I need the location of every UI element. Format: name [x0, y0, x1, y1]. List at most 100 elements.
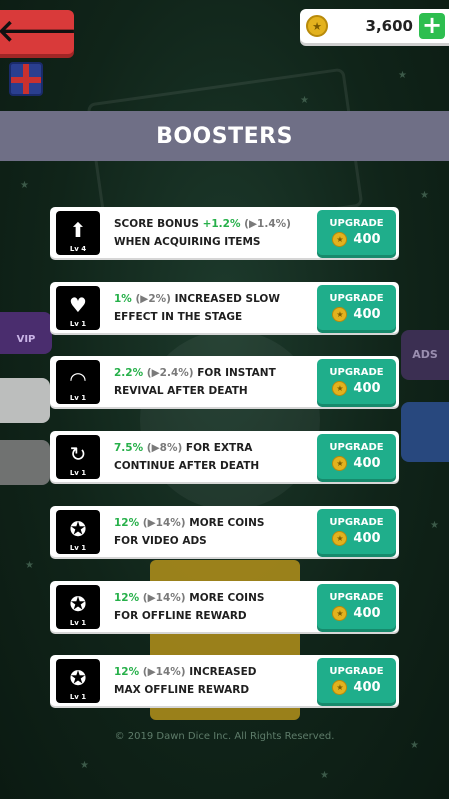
upgrade-label: UPGRADE	[329, 218, 384, 229]
upgrade-cost-row: ★ 400	[332, 531, 381, 546]
booster-current-value: 1%	[114, 292, 132, 305]
booster-description: 12% (▶14%) MORE COINS FOR OFFLINE REWARD	[100, 589, 317, 625]
booster-next-value: (▶14%)	[139, 516, 186, 529]
booster-level: Lv 4	[69, 244, 87, 253]
background-vip-button: VIP	[0, 312, 52, 354]
upgrade-button[interactable]: UPGRADE ★ 400	[317, 210, 396, 255]
booster-glyph: ✪	[69, 665, 87, 690]
gauge-icon: ◠ Lv 1	[56, 359, 100, 404]
heart-icon: ♥ Lv 1	[56, 285, 100, 330]
booster-description: 2.2% (▶2.4%) FOR INSTANT REVIVAL AFTER D…	[100, 364, 317, 400]
coin-icon: ★	[332, 680, 348, 695]
upgrade-label: UPGRADE	[329, 666, 384, 677]
score-up-icon: ⬆ Lv 4	[56, 210, 100, 255]
back-button[interactable]: 🡐	[0, 10, 78, 54]
coin-icon: ★	[332, 531, 348, 546]
booster-next-value: (▶1.4%)	[240, 217, 291, 230]
booster-description-line2: REVIVAL AFTER DEATH	[114, 384, 248, 397]
coin-icon: ★	[332, 307, 348, 322]
upgrade-cost: 400	[353, 232, 381, 247]
coin-icon: ★	[332, 232, 348, 247]
coin-amount: 3,600	[365, 17, 413, 35]
booster-next-value: (▶8%)	[143, 441, 183, 454]
upgrade-button[interactable]: UPGRADE ★ 400	[317, 509, 396, 554]
background-flash-button	[0, 440, 50, 485]
upgrade-cost: 400	[353, 307, 381, 322]
upgrade-button[interactable]: UPGRADE ★ 400	[317, 658, 396, 703]
upgrade-cost: 400	[353, 680, 381, 695]
booster-description-line1: 12% (▶14%) INCREASED	[114, 665, 257, 678]
upgrade-cost-row: ★ 400	[332, 606, 381, 621]
booster-current-value: +1.2%	[202, 217, 241, 230]
booster-row: ↻ Lv 1 7.5% (▶8%) FOR EXTRA CONTINUE AFT…	[50, 431, 399, 482]
booster-row: ♥ Lv 1 1% (▶2%) INCREASED SLOW EFFECT IN…	[50, 282, 399, 333]
booster-row: ◠ Lv 1 2.2% (▶2.4%) FOR INSTANT REVIVAL …	[50, 356, 399, 407]
arrow-left-icon: 🡐	[0, 14, 78, 49]
coin-icon: ★	[306, 15, 328, 37]
booster-row: ✪ Lv 1 12% (▶14%) INCREASED MAX OFFLINE …	[50, 655, 399, 706]
upgrade-cost-row: ★ 400	[332, 307, 381, 322]
upgrade-button[interactable]: UPGRADE ★ 400	[317, 584, 396, 629]
upgrade-label: UPGRADE	[329, 442, 384, 453]
upgrade-cost: 400	[353, 606, 381, 621]
upgrade-cost: 400	[353, 381, 381, 396]
booster-description: 12% (▶14%) MORE COINS FOR VIDEO ADS	[100, 514, 317, 550]
background-ads-button: ADS	[401, 330, 449, 380]
booster-description-line1: 2.2% (▶2.4%) FOR INSTANT	[114, 366, 276, 379]
upgrade-label: UPGRADE	[329, 293, 384, 304]
booster-description-line1: SCORE BONUS +1.2% (▶1.4%)	[114, 217, 291, 230]
booster-next-value: (▶14%)	[139, 591, 186, 604]
coin-icon: ★	[332, 606, 348, 621]
coin-balance-panel: ★ 3,600 +	[300, 9, 449, 43]
add-coins-button[interactable]: +	[419, 13, 445, 39]
max-offline-coin-icon: ✪ Lv 1	[56, 658, 100, 703]
title-bar: BOOSTERS	[0, 111, 449, 161]
booster-level: Lv 1	[69, 468, 87, 477]
booster-description-line2: WHEN ACQUIRING ITEMS	[114, 235, 261, 248]
booster-next-value: (▶2%)	[131, 292, 171, 305]
upgrade-label: UPGRADE	[329, 592, 384, 603]
upgrade-cost-row: ★ 400	[332, 232, 381, 247]
offline-coin-icon: ✪ Lv 1	[56, 584, 100, 629]
upgrade-cost: 400	[353, 456, 381, 471]
booster-description: 12% (▶14%) INCREASED MAX OFFLINE REWARD	[100, 663, 317, 699]
booster-current-value: 12%	[114, 516, 140, 529]
booster-level: Lv 1	[69, 692, 87, 701]
booster-row: ✪ Lv 1 12% (▶14%) MORE COINS FOR OFFLINE…	[50, 581, 399, 632]
booster-next-value: (▶14%)	[139, 665, 186, 678]
booster-next-value: (▶2.4%)	[143, 366, 194, 379]
booster-glyph: ✪	[69, 516, 87, 541]
booster-description-line1: 7.5% (▶8%) FOR EXTRA	[114, 441, 253, 454]
booster-glyph: ✪	[69, 591, 87, 616]
booster-description-line2: EFFECT IN THE STAGE	[114, 310, 243, 323]
upgrade-label: UPGRADE	[329, 367, 384, 378]
booster-level: Lv 1	[69, 618, 87, 627]
page-title: BOOSTERS	[156, 123, 293, 149]
booster-level: Lv 1	[69, 393, 87, 402]
booster-current-value: 12%	[114, 591, 140, 604]
booster-glyph: ↻	[69, 441, 87, 466]
upgrade-button[interactable]: UPGRADE ★ 400	[317, 434, 396, 479]
upgrade-button[interactable]: UPGRADE ★ 400	[317, 359, 396, 404]
upgrade-cost-row: ★ 400	[332, 381, 381, 396]
upgrade-cost-row: ★ 400	[332, 456, 381, 471]
booster-current-value: 12%	[114, 665, 140, 678]
booster-current-value: 2.2%	[114, 366, 144, 379]
booster-description-line1: 12% (▶14%) MORE COINS	[114, 516, 265, 529]
booster-description-line1: 12% (▶14%) MORE COINS	[114, 591, 265, 604]
booster-description: 1% (▶2%) INCREASED SLOW EFFECT IN THE ST…	[100, 290, 317, 326]
booster-glyph: ⬆	[69, 217, 87, 242]
continue-arrow-icon: ↻ Lv 1	[56, 434, 100, 479]
booster-description: 7.5% (▶8%) FOR EXTRA CONTINUE AFTER DEAT…	[100, 439, 317, 475]
booster-description-line2: FOR OFFLINE REWARD	[114, 609, 247, 622]
copyright-text: © 2019 Dawn Dice Inc. All Rights Reserve…	[114, 731, 335, 742]
upgrade-button[interactable]: UPGRADE ★ 400	[317, 285, 396, 330]
booster-description: SCORE BONUS +1.2% (▶1.4%) WHEN ACQUIRING…	[100, 215, 317, 251]
coin-icon: ★	[332, 456, 348, 471]
upgrade-label: UPGRADE	[329, 517, 384, 528]
booster-glyph: ◠	[69, 366, 87, 391]
booster-description-line1: 1% (▶2%) INCREASED SLOW	[114, 292, 280, 305]
background-rocket-button	[0, 378, 50, 423]
upgrade-cost-row: ★ 400	[332, 680, 381, 695]
language-flag-button[interactable]	[9, 62, 43, 96]
